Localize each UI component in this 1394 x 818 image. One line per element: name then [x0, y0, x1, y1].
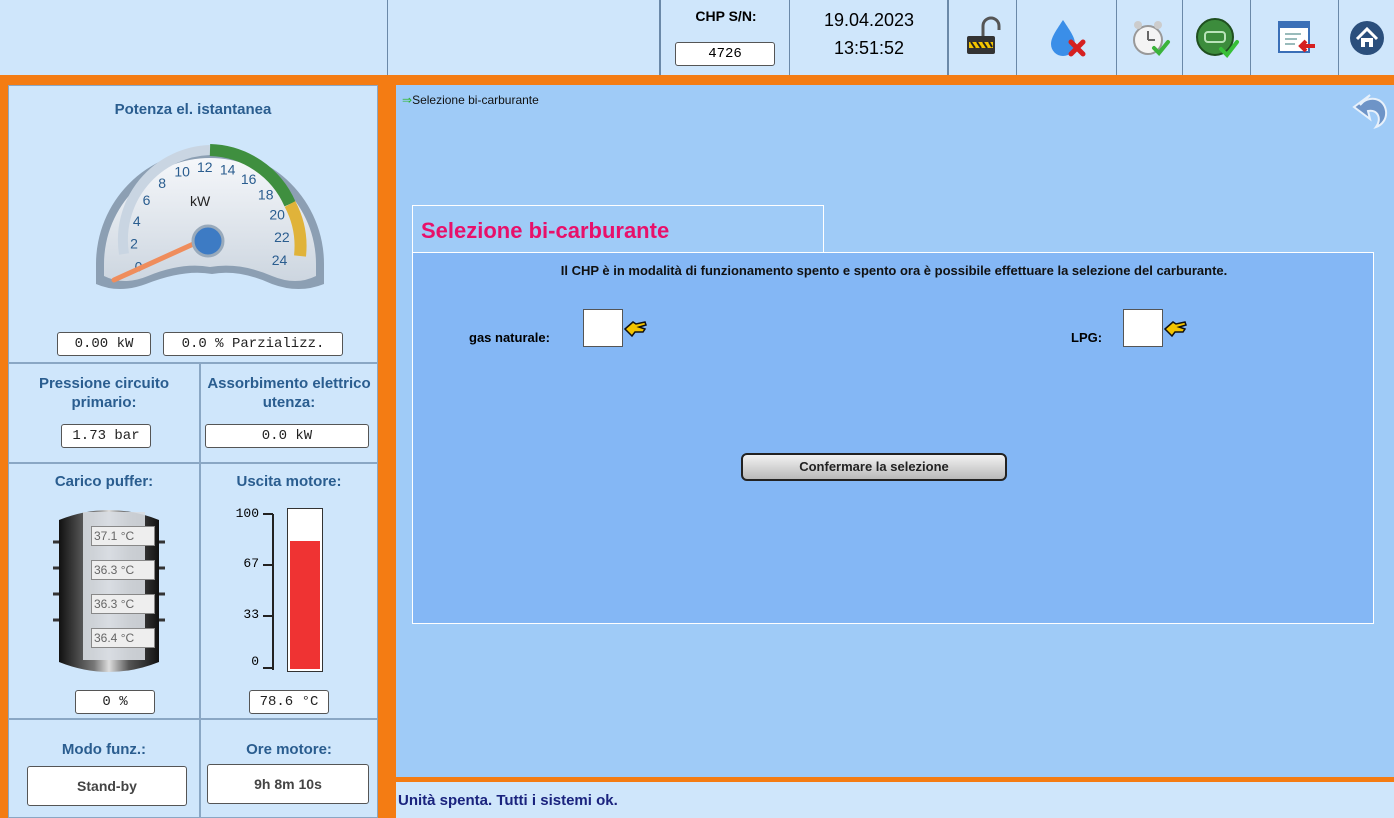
time-display: 13:51:52	[833, 38, 905, 58]
status-text: Unità spenta. Tutti i sistemi ok.	[398, 792, 618, 809]
pressure-title: Pressione circuito primario:	[38, 375, 170, 411]
home-icon	[1349, 20, 1384, 55]
alarm-clock-check-icon	[1132, 20, 1170, 56]
power-gauge: 024681012141618202224 kW	[95, 144, 324, 289]
window-exit-icon	[1277, 20, 1315, 53]
pressure-cell: Pressione circuito primario: 1.73 bar	[8, 363, 200, 463]
lock-button[interactable]	[948, 0, 1016, 75]
buffer-title: Carico puffer:	[54, 473, 154, 490]
arrow-right-icon: ⇒	[402, 93, 413, 107]
serial-value: 4726	[675, 42, 775, 66]
hours-title: Ore motore:	[246, 741, 332, 758]
partial-load-value: 0.0 % Parzializz.	[163, 332, 343, 356]
top-left-blank	[0, 0, 388, 75]
buffer-temp-2: 36.3 °C	[91, 560, 155, 580]
serial-number-cell: CHP S/N: 4726	[660, 0, 790, 75]
engine-out-cell: Uscita motore: 100 67 33 0 78.6 °C	[200, 463, 378, 719]
gauge-tick-label: 8	[158, 175, 166, 191]
absorption-cell: Assorbimento elettrico utenza: 0.0 kW	[200, 363, 378, 463]
power-value: 0.00 kW	[57, 332, 151, 356]
power-title: Potenza el. istantanea	[114, 101, 272, 118]
top-blank-area	[388, 0, 660, 75]
fuel-selection-panel: Il CHP è in modalità di funzionamento sp…	[412, 252, 1374, 624]
buffer-percent: 0 %	[75, 690, 155, 714]
home-button[interactable]	[1338, 0, 1394, 75]
serial-label: CHP S/N:	[695, 8, 757, 24]
gauge-tick-label: 20	[269, 207, 285, 223]
gauge-tick-label: 2	[130, 236, 138, 252]
datetime-cell: 19.04.2023 13:51:52	[790, 0, 948, 75]
panel-title-tab: Selezione bi-carburante	[412, 205, 824, 253]
scale-33: 33	[243, 607, 259, 622]
gauge-tick-label: 16	[241, 171, 257, 187]
buffer-cell: Carico puffer: 37.1 °C 36.3 °C 36.3 °C 3…	[8, 463, 200, 719]
hours-cell: Ore motore: 9h 8m 10s	[200, 719, 378, 818]
gauge-tick-label: 10	[174, 164, 190, 180]
padlock-open-icon	[966, 16, 1000, 54]
gauge-tick-label: 24	[272, 252, 288, 268]
hours-value: 9h 8m 10s	[207, 764, 369, 804]
lpg-checkbox[interactable]	[1123, 309, 1163, 347]
engine-check-button[interactable]	[1182, 0, 1250, 75]
gauge-tick-label: 18	[258, 187, 274, 203]
status-bar: Unità spenta. Tutti i sistemi ok.	[396, 782, 1394, 818]
buffer-temp-3: 36.3 °C	[91, 594, 155, 614]
date-display: 19.04.2023	[823, 10, 915, 30]
scale-0: 0	[251, 654, 259, 669]
scale-67: 67	[243, 556, 259, 571]
pressure-value: 1.73 bar	[61, 424, 151, 448]
engine-temp-bar	[287, 508, 323, 672]
buffer-temp-4: 36.4 °C	[91, 628, 155, 648]
engine-out-value: 78.6 °C	[249, 690, 329, 714]
engine-temp-bar-fill	[290, 541, 320, 669]
buffer-temp-1: 37.1 °C	[91, 526, 155, 546]
mode-title: Modo funz.:	[61, 741, 147, 758]
engine-out-title: Uscita motore:	[236, 473, 342, 490]
panel-title: Selezione bi-carburante	[421, 218, 670, 243]
fuel-cancel-button[interactable]	[1016, 0, 1116, 75]
gauge-tick-label: 22	[274, 229, 290, 245]
back-arrow-icon[interactable]	[1350, 89, 1392, 131]
power-gauge-unit: kW	[190, 193, 211, 209]
breadcrumb: ⇒Selezione bi-carburante	[402, 93, 539, 107]
absorption-value: 0.0 kW	[205, 424, 369, 448]
confirm-selection-button[interactable]: Confermare la selezione	[741, 453, 1007, 481]
gauge-tick-label: 6	[143, 192, 151, 208]
exit-window-button[interactable]	[1250, 0, 1338, 75]
gauge-tick-label: 14	[220, 162, 236, 178]
pointing-hand-icon	[623, 321, 647, 338]
mode-cell: Modo funz.: Stand-by	[8, 719, 200, 818]
main-area: ⇒Selezione bi-carburante Selezione bi-ca…	[396, 85, 1394, 777]
timer-button[interactable]	[1116, 0, 1182, 75]
engine-check-icon	[1195, 17, 1239, 58]
top-bar: CHP S/N: 4726 19.04.2023 13:51:52	[0, 0, 1394, 75]
gas-naturale-label: gas naturale:	[469, 330, 550, 345]
power-cell: Potenza el. istantanea 02468101214161820…	[8, 85, 378, 363]
mode-value: Stand-by	[27, 766, 187, 806]
gauge-tick-label: 12	[197, 159, 213, 175]
scale-100: 100	[235, 506, 259, 521]
gauge-tick-label: 4	[133, 213, 141, 229]
left-panel: Potenza el. istantanea 02468101214161820…	[0, 75, 388, 818]
lpg-label: LPG:	[1071, 330, 1103, 345]
absorption-title: Assorbimento elettrico utenza:	[207, 375, 371, 411]
breadcrumb-label: Selezione bi-carburante	[412, 93, 539, 107]
pointing-hand-icon	[1163, 321, 1187, 338]
fuel-selection-message: Il CHP è in modalità di funzionamento sp…	[560, 263, 1228, 278]
gas-naturale-checkbox[interactable]	[583, 309, 623, 347]
engine-temp-scale-ticks	[263, 513, 274, 670]
power-gauge-hub	[191, 224, 225, 258]
fuel-drop-cancel-icon	[1050, 19, 1085, 56]
